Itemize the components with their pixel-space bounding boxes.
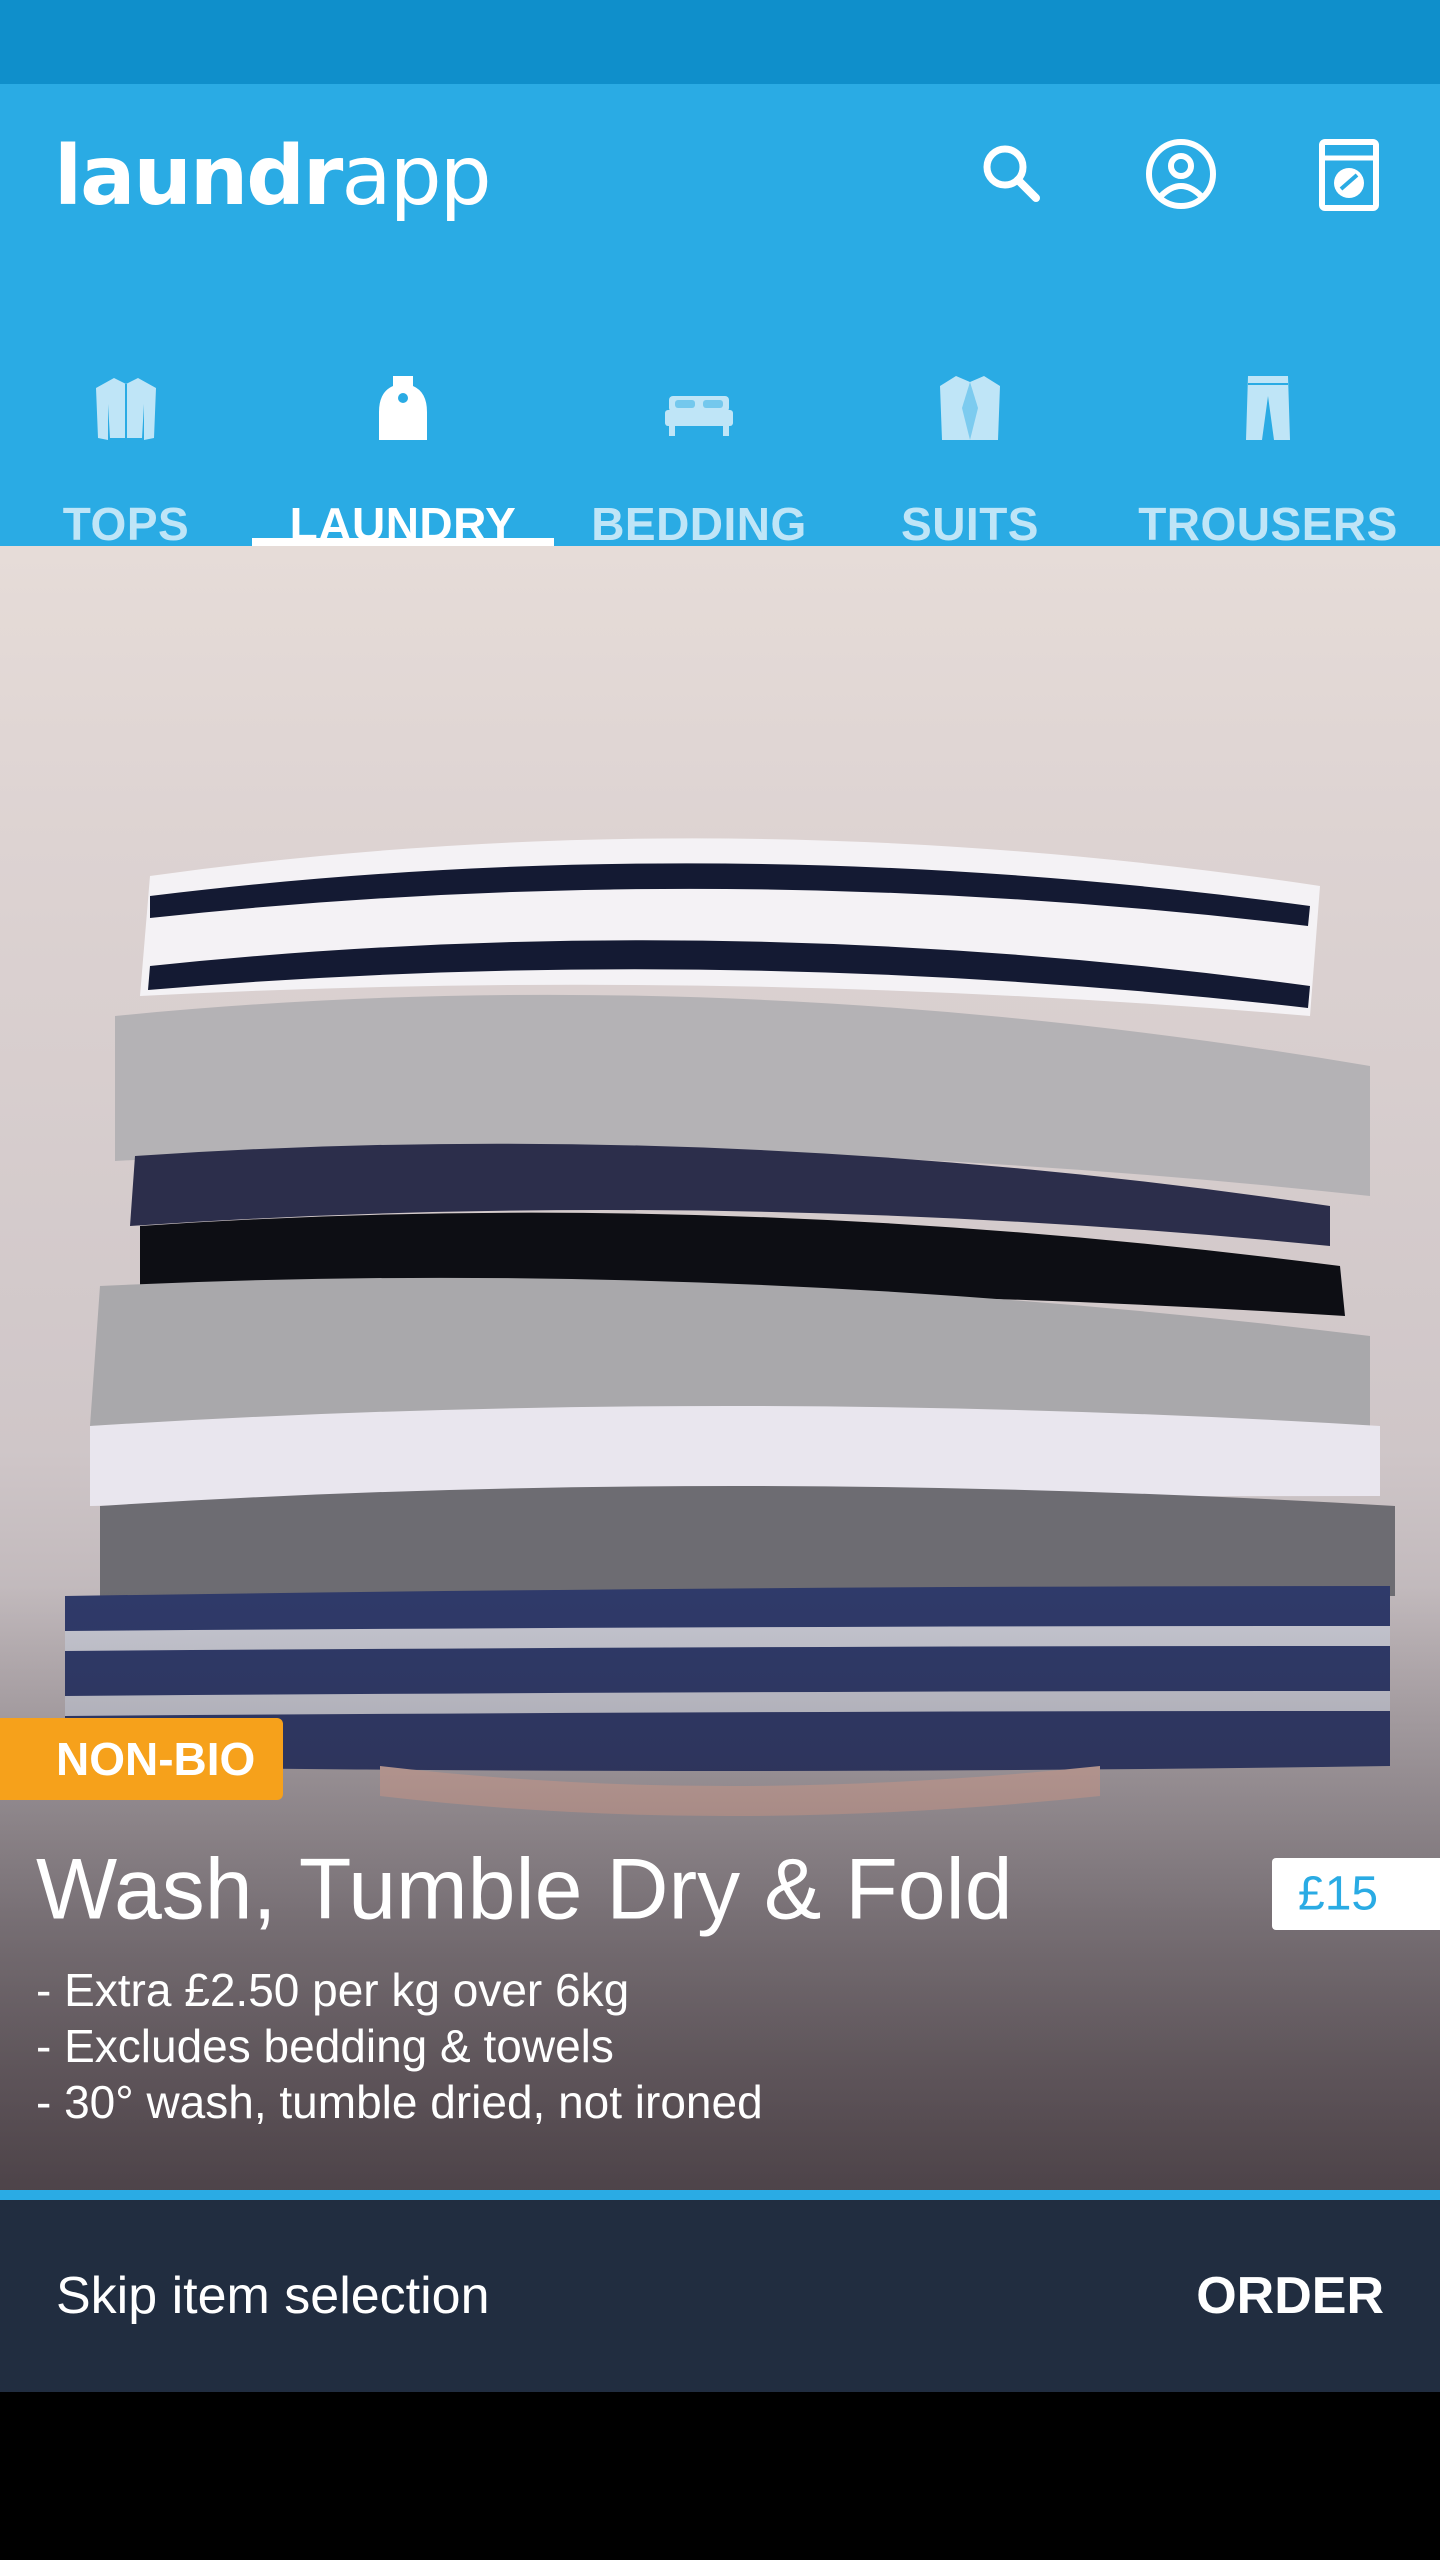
detail-line: - Extra £2.50 per kg over 6kg [36,1964,630,2016]
tab-label: SUITS [901,498,1039,550]
product-title: Wash, Tumble Dry & Fold [36,1841,1013,1938]
suit-jacket-icon [930,368,1010,448]
tab-trousers[interactable]: TROUSERS [1096,314,1440,550]
search-icon[interactable] [972,134,1052,214]
non-bio-badge: NON-BIO [0,1718,283,1800]
shirt-icon [86,368,166,448]
accent-divider [0,2190,1440,2200]
order-button[interactable]: ORDER [1196,2266,1384,2326]
bed-icon [659,368,739,448]
detail-line: - 30° wash, tumble dried, not ironed [36,2076,763,2128]
laundry-bag-icon [363,368,443,448]
product-card[interactable]: NON-BIO Wash, Tumble Dry & Fold £15 - Ex… [0,546,1440,2190]
status-bar [0,0,1440,84]
app-logo: laundrapp [54,129,492,224]
skip-item-selection-button[interactable]: Skip item selection [56,2266,490,2326]
category-tabs: TOPS LAUNDRY BEDDING SUITS TROUSERS [0,314,1440,550]
washing-machine-icon[interactable] [1309,134,1389,214]
tab-laundry[interactable]: LAUNDRY [252,314,554,550]
active-tab-indicator [252,538,554,546]
tab-suits[interactable]: SUITS [844,314,1096,550]
tab-label: TROUSERS [1138,498,1398,550]
account-icon[interactable] [1141,134,1221,214]
product-details: - Extra £2.50 per kg over 6kg - Excludes… [36,1962,1236,2130]
trousers-icon [1228,368,1308,448]
tab-bedding[interactable]: BEDDING [554,314,844,550]
tab-label: BEDDING [591,498,807,550]
tab-label: TOPS [62,498,190,550]
detail-line: - Excludes bedding & towels [36,2020,614,2072]
app-bar: laundrapp TOPS LAUNDRY BEDDING SUITS TRO… [0,84,1440,550]
price-tag: £15 [1272,1858,1440,1930]
tab-tops[interactable]: TOPS [0,314,252,550]
bottom-action-bar: Skip item selection ORDER [0,2200,1440,2392]
